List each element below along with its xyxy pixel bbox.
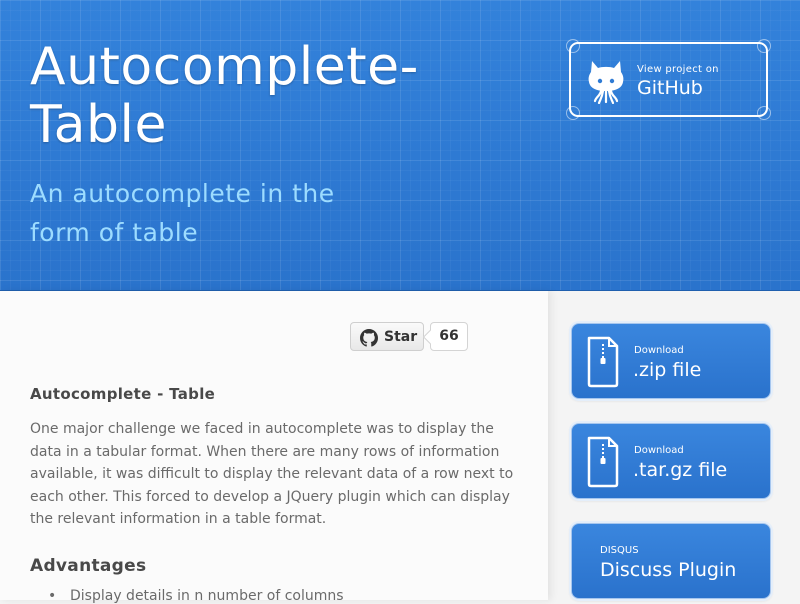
section-heading: Autocomplete - Table (30, 385, 216, 403)
list-item-text: Display details in n number of columns (70, 588, 344, 604)
tar-file-icon (587, 436, 619, 488)
github-banner-small-text: View project on (637, 64, 719, 75)
star-label: Star (384, 329, 418, 345)
page-subtitle: An autocomplete in the form of table (30, 179, 335, 247)
corner-decoration (757, 39, 771, 53)
view-on-github-button[interactable]: View project on GitHub (566, 39, 771, 120)
octocat-icon (588, 61, 624, 104)
github-mark-icon (360, 329, 378, 347)
page-title: Autocomplete-Table (30, 37, 419, 155)
github-banner-big-text: GitHub (637, 77, 703, 99)
download-zip-small-text: Download (634, 345, 684, 356)
download-zip-big-text: .zip file (633, 359, 702, 381)
intro-paragraph: One major challenge we faced in autocomp… (30, 421, 514, 527)
disqus-big-text: Discuss Plugin (600, 559, 737, 581)
page-header: Autocomplete-Table An autocomplete in th… (0, 0, 800, 291)
star-count[interactable]: 66 (430, 322, 468, 351)
download-zip-button[interactable]: Download .zip file (571, 323, 771, 399)
corner-decoration (566, 39, 580, 53)
corner-decoration (566, 106, 580, 120)
star-button[interactable]: Star (350, 322, 424, 351)
download-tar-small-text: Download (634, 445, 684, 456)
disqus-plugin-button[interactable]: DISQUS Discuss Plugin (571, 523, 771, 599)
zip-file-icon (587, 336, 619, 388)
advantages-heading: Advantages (30, 556, 147, 576)
download-tar-button[interactable]: Download .tar.gz file (571, 423, 771, 499)
list-item: Display details in n number of columns (48, 588, 344, 604)
disqus-small-text: DISQUS (600, 545, 639, 556)
advantages-list: Display details in n number of columns (48, 588, 344, 604)
corner-decoration (757, 106, 771, 120)
download-tar-big-text: .tar.gz file (633, 459, 728, 481)
